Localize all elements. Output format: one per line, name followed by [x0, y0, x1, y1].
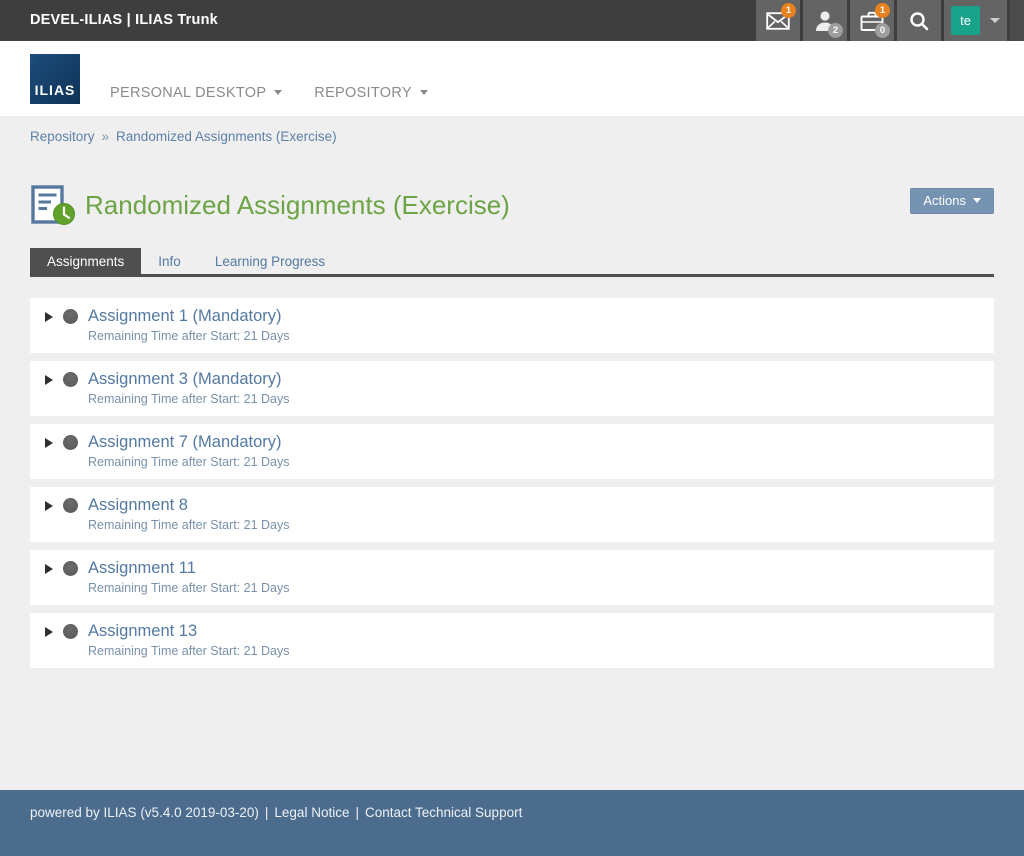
assignment-remaining-time: Remaining Time after Start: 21 Days	[88, 581, 982, 595]
search-icon	[908, 10, 930, 32]
tab-info[interactable]: Info	[141, 248, 198, 274]
footer-separator: |	[355, 805, 359, 820]
assignment-title-link[interactable]: Assignment 1 (Mandatory)	[88, 307, 282, 326]
menu-repository-label: REPOSITORY	[314, 85, 412, 101]
menu-personal-desktop-label: PERSONAL DESKTOP	[110, 85, 266, 101]
status-dot-icon	[63, 435, 78, 450]
main-header: ILIAS PERSONAL DESKTOP REPOSITORY	[0, 41, 1024, 116]
chevron-down-icon	[990, 18, 1000, 23]
footer-separator: |	[265, 805, 269, 820]
breadcrumb: Repository » Randomized Assignments (Exerc…	[30, 116, 994, 144]
assignment-title-link[interactable]: Assignment 8	[88, 496, 188, 515]
installation-title: DEVEL-ILIAS | ILIAS Trunk	[0, 0, 218, 41]
assignment-remaining-time: Remaining Time after Start: 21 Days	[88, 518, 982, 532]
assignment-remaining-time: Remaining Time after Start: 21 Days	[88, 644, 982, 658]
assignment-title-link[interactable]: Assignment 11	[88, 559, 196, 578]
mail-button[interactable]: 1	[753, 0, 800, 41]
status-dot-icon	[63, 624, 78, 639]
tab-bar: Assignments Info Learning Progress	[30, 248, 994, 277]
legal-notice-link[interactable]: Legal Notice	[274, 805, 349, 820]
powered-by-text: powered by ILIAS (v5.4.0 2019-03-20)	[30, 805, 259, 820]
expand-toggle-icon[interactable]	[45, 627, 53, 637]
expand-toggle-icon[interactable]	[45, 564, 53, 574]
contact-support-link[interactable]: Contact Technical Support	[365, 805, 522, 820]
assignment-remaining-time: Remaining Time after Start: 21 Days	[88, 329, 982, 343]
tab-learning-progress[interactable]: Learning Progress	[198, 248, 342, 274]
main-menu: PERSONAL DESKTOP REPOSITORY	[110, 85, 428, 101]
status-dot-icon	[63, 309, 78, 324]
contacts-button[interactable]: 2	[800, 0, 847, 41]
assignment-title-link[interactable]: Assignment 13	[88, 622, 197, 641]
expand-toggle-icon[interactable]	[45, 501, 53, 511]
assignment-row: Assignment 13 Remaining Time after Start…	[30, 613, 994, 668]
topbar-end-spacer	[1007, 0, 1024, 41]
expand-toggle-icon[interactable]	[45, 375, 53, 385]
tab-assignments[interactable]: Assignments	[30, 248, 141, 274]
breadcrumb-current-link[interactable]: Randomized Assignments (Exercise)	[116, 129, 337, 144]
chevron-down-icon	[973, 198, 981, 203]
breadcrumb-separator: »	[102, 129, 110, 144]
actions-button[interactable]: Actions	[910, 188, 994, 214]
assignment-remaining-time: Remaining Time after Start: 21 Days	[88, 392, 982, 406]
assignment-row: Assignment 1 (Mandatory) Remaining Time …	[30, 298, 994, 353]
menu-personal-desktop[interactable]: PERSONAL DESKTOP	[110, 85, 282, 101]
workspace-button[interactable]: 1 0	[847, 0, 894, 41]
expand-toggle-icon[interactable]	[45, 312, 53, 322]
page-title-row: Randomized Assignments (Exercise) Action…	[30, 184, 994, 226]
expand-toggle-icon[interactable]	[45, 438, 53, 448]
chevron-down-icon	[274, 90, 282, 95]
status-dot-icon	[63, 372, 78, 387]
assignment-row: Assignment 7 (Mandatory) Remaining Time …	[30, 424, 994, 479]
status-dot-icon	[63, 498, 78, 513]
user-menu-button[interactable]: te	[941, 0, 1007, 41]
assignment-row: Assignment 3 (Mandatory) Remaining Time …	[30, 361, 994, 416]
top-bar: DEVEL-ILIAS | ILIAS Trunk 1 2	[0, 0, 1024, 41]
mail-badge: 1	[781, 3, 796, 18]
topbar-actions: 1 2 1 0	[753, 0, 1024, 41]
page-footer: powered by ILIAS (v5.4.0 2019-03-20) | Leg…	[0, 790, 1024, 856]
workspace-badge-top: 1	[875, 3, 890, 18]
breadcrumb-repository-link[interactable]: Repository	[30, 129, 95, 144]
chevron-down-icon	[420, 90, 428, 95]
contacts-badge: 2	[828, 23, 843, 38]
assignment-list: Assignment 1 (Mandatory) Remaining Time …	[30, 298, 994, 668]
status-dot-icon	[63, 561, 78, 576]
assignment-remaining-time: Remaining Time after Start: 21 Days	[88, 455, 982, 469]
assignment-title-link[interactable]: Assignment 7 (Mandatory)	[88, 433, 282, 452]
actions-button-label: Actions	[923, 193, 966, 208]
page-title: Randomized Assignments (Exercise)	[85, 190, 510, 221]
user-avatar[interactable]: te	[951, 6, 980, 35]
assignment-row: Assignment 8 Remaining Time after Start:…	[30, 487, 994, 542]
menu-repository[interactable]: REPOSITORY	[314, 85, 428, 101]
ilias-logo[interactable]: ILIAS	[30, 54, 80, 104]
workspace-badge-bottom: 0	[875, 23, 890, 38]
assignment-title-link[interactable]: Assignment 3 (Mandatory)	[88, 370, 282, 389]
exercise-icon	[30, 184, 76, 226]
main-content: Repository » Randomized Assignments (Exerc…	[0, 116, 1024, 790]
assignment-row: Assignment 11 Remaining Time after Start…	[30, 550, 994, 605]
search-button[interactable]	[894, 0, 941, 41]
